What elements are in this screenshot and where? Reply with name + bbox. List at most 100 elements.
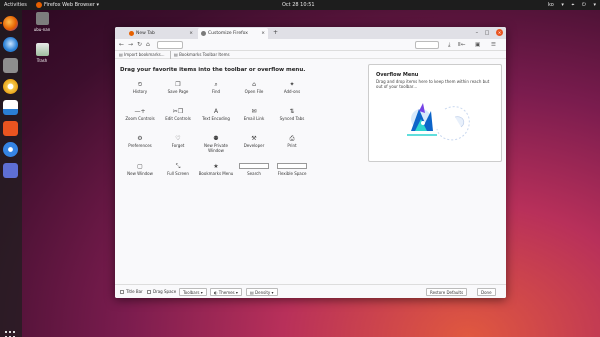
palette-item-bookmarks-menu[interactable]: ★ Bookmarks Menu xyxy=(196,162,236,176)
customize-area: Drag your favorite items into the toolba… xyxy=(115,60,506,298)
tab-label: Customize Firefox xyxy=(208,31,248,36)
palette-item-preferences[interactable]: ⚙ Preferences xyxy=(120,134,160,148)
home-folder[interactable]: ubu-nan xyxy=(29,12,55,32)
palette-item-save-page[interactable]: ❐ Save Page xyxy=(158,80,198,94)
overflow-menu-panel[interactable]: Overflow Menu Drag and drop items here t… xyxy=(368,64,502,162)
downloads-icon[interactable]: ⤓ xyxy=(448,39,450,51)
clock[interactable]: Oct 28 10:51 xyxy=(282,0,315,10)
tab-customize-firefox[interactable]: Customize Firefox × xyxy=(198,28,268,39)
email-icon: ✉ xyxy=(251,108,257,115)
new-tab-button[interactable]: + xyxy=(273,27,278,39)
palette-item-email-link[interactable]: ✉ Email Link xyxy=(234,107,274,121)
palette-item-label: Developer xyxy=(243,143,265,148)
bookmarks-toolbar-items[interactable]: ▤ Bookmarks Toolbar Items xyxy=(170,51,230,59)
home-button[interactable]: ⌂ xyxy=(146,39,150,51)
palette-item-add-ons[interactable]: ✦ Add-ons xyxy=(272,80,312,94)
palette-item-developer[interactable]: ⚒ Developer xyxy=(234,134,274,148)
density-dropdown[interactable]: ▤ Density ▾ xyxy=(246,288,278,296)
palette-item-label: New Private Window xyxy=(204,143,228,153)
maximize-button[interactable]: □ xyxy=(485,30,490,36)
home-folder-label: ubu-nan xyxy=(33,27,51,32)
trash-icon xyxy=(35,43,49,56)
palette-item-label: Add-ons xyxy=(283,89,301,94)
puzzle-icon: ✦ xyxy=(289,81,295,88)
bookmarks-toolbar: ▤ Import bookmarks... ▤ Bookmarks Toolba… xyxy=(115,51,506,59)
firefox-dock-icon[interactable] xyxy=(0,16,18,31)
palette-item-label: Preferences xyxy=(128,143,152,148)
close-tab-icon[interactable]: × xyxy=(261,28,265,39)
palette-item-open-file[interactable]: ⌂ Open File xyxy=(234,80,274,94)
writer-dock-icon[interactable] xyxy=(3,100,18,115)
activities-button[interactable]: Activities xyxy=(4,0,27,10)
checkbox-icon xyxy=(147,290,151,294)
palette-item-full-screen[interactable]: ⤡ Full Screen xyxy=(158,162,198,176)
palette-item-forget[interactable]: ♡ Forget xyxy=(158,134,198,148)
restore-defaults-button[interactable]: Restore Defaults xyxy=(426,288,468,296)
palette-item-edit-controls[interactable]: ✂❐ Edit Controls xyxy=(158,107,198,121)
trash-label: Trash xyxy=(36,58,48,63)
top-bar: Activities Firefox Web Browser ▾ Oct 28 … xyxy=(0,0,600,10)
system-tray[interactable]: ko ▾ ⌖ ⏻ ▾ xyxy=(542,0,596,10)
palette-item-new-private-window[interactable]: ⚉ New Private Window xyxy=(196,134,236,153)
page-title: Drag your favorite items into the toolba… xyxy=(120,67,306,73)
forward-button[interactable]: → xyxy=(128,39,133,51)
toolbars-dropdown[interactable]: Toolbars ▾ xyxy=(179,288,207,296)
palette-item-new-window[interactable]: ▢ New Window xyxy=(120,162,160,176)
close-tab-icon[interactable]: × xyxy=(189,28,193,39)
palette-item-print[interactable]: ⎙ Print xyxy=(272,134,312,148)
sync-icon: ⇅ xyxy=(289,108,295,115)
tab-label: New Tab xyxy=(136,31,155,36)
bookmarks-toolbar-items-label: Bookmarks Toolbar Items xyxy=(179,52,230,57)
title-bar-checkbox[interactable]: Title Bar xyxy=(120,288,143,296)
tab-bar: New Tab × Customize Firefox × + – □ × xyxy=(115,27,506,39)
save-page-icon: ❐ xyxy=(175,81,181,88)
palette-item-label: Edit Controls xyxy=(165,116,191,121)
edit-controls-icon: ✂❐ xyxy=(172,108,184,115)
palette-item-label: Save Page xyxy=(167,89,189,94)
customize-footer: Title Bar Drag Space Toolbars ▾ ◐ Themes… xyxy=(115,284,506,298)
reload-button[interactable]: ↻ xyxy=(137,39,142,51)
power-icon: ⏻ xyxy=(581,2,586,8)
url-bar[interactable] xyxy=(157,41,183,49)
search-bar[interactable] xyxy=(415,41,439,49)
zoom-icon: —+ xyxy=(134,108,146,115)
checkbox-icon xyxy=(120,290,124,294)
thunderbird-dock-icon[interactable] xyxy=(3,37,18,52)
screenshot-dock-icon[interactable] xyxy=(3,163,18,178)
keyboard-layout-indicator[interactable]: ko xyxy=(548,2,554,8)
library-icon[interactable]: Ⅱ← xyxy=(458,39,465,51)
drag-space-label: Drag Space xyxy=(153,289,177,294)
import-bookmarks-button[interactable]: ▤ Import bookmarks... xyxy=(119,51,165,59)
themes-dropdown[interactable]: ◐ Themes ▾ xyxy=(210,288,242,296)
rhythmbox-dock-icon[interactable] xyxy=(3,79,18,94)
minimize-button[interactable]: – xyxy=(476,30,479,36)
software-dock-icon[interactable] xyxy=(3,121,18,136)
private-mask-icon: ⚉ xyxy=(213,135,219,142)
dock xyxy=(0,10,22,337)
network-icon: ⌖ xyxy=(571,2,575,8)
files-dock-icon[interactable] xyxy=(3,58,18,73)
palette-item-text-encoding[interactable]: A Text Encoding xyxy=(196,107,236,121)
palette-item-history[interactable]: ⏲ History xyxy=(120,80,160,94)
back-button[interactable]: ← xyxy=(119,39,124,51)
print-icon: ⎙ xyxy=(289,135,295,142)
drag-space-checkbox[interactable]: Drag Space xyxy=(147,288,176,296)
history-icon: ⏲ xyxy=(137,81,143,88)
help-dock-icon[interactable] xyxy=(3,142,18,157)
palette-item-label: Full Screen xyxy=(167,171,189,176)
palette-item-synced-tabs[interactable]: ⇅ Synced Tabs xyxy=(272,107,312,121)
menu-icon[interactable]: ☰ xyxy=(491,39,496,51)
palette-item-flexible-space[interactable]: Flexible Space xyxy=(272,162,312,176)
palette-item-find[interactable]: ⌕ Find xyxy=(196,80,236,94)
sidebar-icon[interactable]: ▣ xyxy=(475,39,480,51)
tab-new-tab[interactable]: New Tab × xyxy=(126,28,196,39)
app-menu[interactable]: Firefox Web Browser ▾ xyxy=(36,0,99,10)
trash[interactable]: Trash xyxy=(29,43,55,63)
palette-item-label: Bookmarks Menu xyxy=(198,171,234,176)
palette-item-zoom-controls[interactable]: —+ Zoom Controls xyxy=(120,107,160,121)
palette-item-search[interactable]: Search xyxy=(234,162,274,176)
done-button[interactable]: Done xyxy=(477,288,496,296)
close-window-button[interactable]: × xyxy=(496,29,503,36)
show-applications-icon[interactable] xyxy=(5,331,17,337)
palette-item-label: Search xyxy=(247,171,261,176)
